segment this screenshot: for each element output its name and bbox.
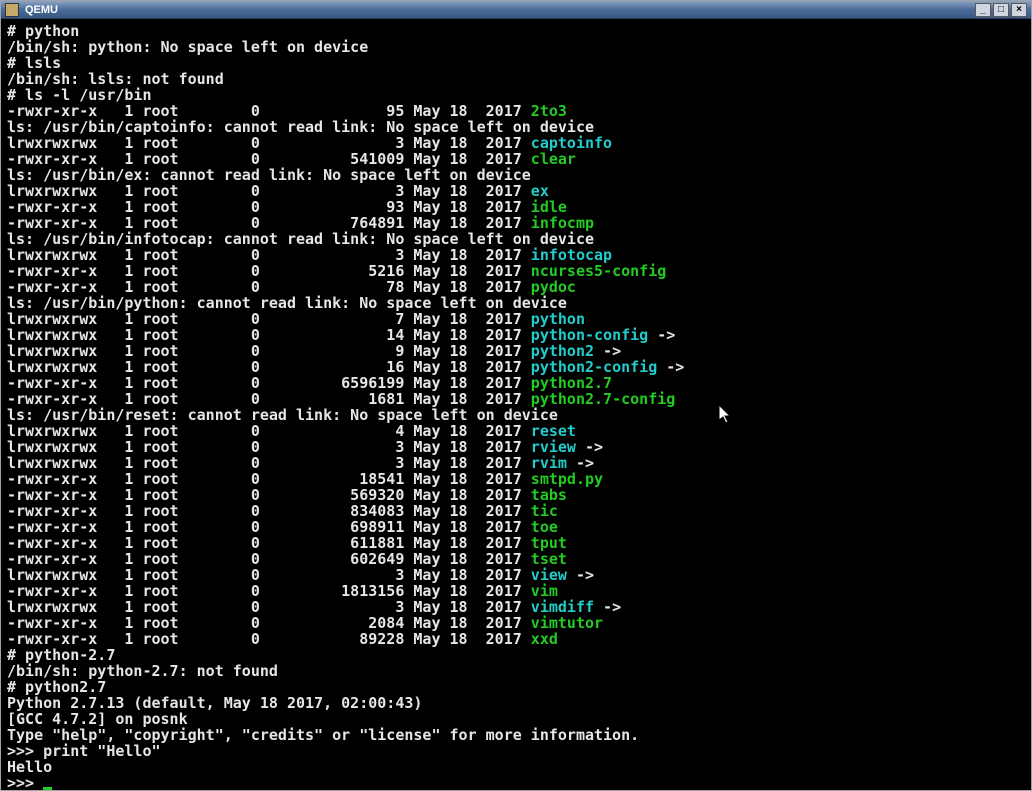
ls-row: -rwxr-xr-x 1 root 0 834083 May 18 2017 t…: [7, 503, 1025, 519]
prompt-line[interactable]: >>>: [7, 775, 1025, 790]
ls-row: -rwxr-xr-x 1 root 0 1681 May 18 2017 pyt…: [7, 391, 1025, 407]
ls-row: lrwxrwxrwx 1 root 0 3 May 18 2017 vimdif…: [7, 599, 1025, 615]
ls-row: lrwxrwxrwx 1 root 0 16 May 18 2017 pytho…: [7, 359, 1025, 375]
ls-row: -rwxr-xr-x 1 root 0 78 May 18 2017 pydoc: [7, 279, 1025, 295]
ls-row: -rwxr-xr-x 1 root 0 1813156 May 18 2017 …: [7, 583, 1025, 599]
ls-row: -rwxr-xr-x 1 root 0 602649 May 18 2017 t…: [7, 551, 1025, 567]
ls-row: -rwxr-xr-x 1 root 0 569320 May 18 2017 t…: [7, 487, 1025, 503]
cursor: [43, 787, 52, 790]
close-button[interactable]: ×: [1011, 3, 1027, 17]
ls-row: -rwxr-xr-x 1 root 0 764891 May 18 2017 i…: [7, 215, 1025, 231]
terminal-line: Type "help", "copyright", "credits" or "…: [7, 727, 1025, 743]
ls-row: lrwxrwxrwx 1 root 0 3 May 18 2017 ex: [7, 183, 1025, 199]
terminal-line: # lsls: [7, 55, 1025, 71]
terminal-line: ls: /usr/bin/infotocap: cannot read link…: [7, 231, 1025, 247]
terminal-line: ls: /usr/bin/python: cannot read link: N…: [7, 295, 1025, 311]
terminal-line: /bin/sh: python: No space left on device: [7, 39, 1025, 55]
ls-row: lrwxrwxrwx 1 root 0 3 May 18 2017 view -…: [7, 567, 1025, 583]
ls-row: lrwxrwxrwx 1 root 0 7 May 18 2017 python: [7, 311, 1025, 327]
terminal-line: Python 2.7.13 (default, May 18 2017, 02:…: [7, 695, 1025, 711]
ls-row: lrwxrwxrwx 1 root 0 4 May 18 2017 reset: [7, 423, 1025, 439]
filename: clear: [531, 150, 576, 168]
ls-row: lrwxrwxrwx 1 root 0 3 May 18 2017 infoto…: [7, 247, 1025, 263]
app-icon: [5, 3, 19, 17]
ls-row: -rwxr-xr-x 1 root 0 89228 May 18 2017 xx…: [7, 631, 1025, 647]
titlebar[interactable]: QEMU _ □ ×: [1, 1, 1031, 19]
terminal-line: Hello: [7, 759, 1025, 775]
ls-row: -rwxr-xr-x 1 root 0 93 May 18 2017 idle: [7, 199, 1025, 215]
terminal-line: # python-2.7: [7, 647, 1025, 663]
ls-row: -rwxr-xr-x 1 root 0 2084 May 18 2017 vim…: [7, 615, 1025, 631]
window-title: QEMU: [25, 4, 973, 16]
maximize-button[interactable]: □: [993, 3, 1009, 17]
terminal-line: # python2.7: [7, 679, 1025, 695]
terminal-line: /bin/sh: lsls: not found: [7, 71, 1025, 87]
terminal-line: >>> print "Hello": [7, 743, 1025, 759]
terminal-line: # ls -l /usr/bin: [7, 87, 1025, 103]
minimize-button[interactable]: _: [975, 3, 991, 17]
terminal-line: # python: [7, 23, 1025, 39]
ls-row: lrwxrwxrwx 1 root 0 3 May 18 2017 rvim -…: [7, 455, 1025, 471]
qemu-window: QEMU _ □ × # python/bin/sh: python: No s…: [0, 0, 1032, 791]
terminal-output[interactable]: # python/bin/sh: python: No space left o…: [1, 19, 1031, 790]
terminal-line: ls: /usr/bin/reset: cannot read link: No…: [7, 407, 1025, 423]
ls-row: -rwxr-xr-x 1 root 0 611881 May 18 2017 t…: [7, 535, 1025, 551]
ls-row: lrwxrwxrwx 1 root 0 3 May 18 2017 captoi…: [7, 135, 1025, 151]
ls-row: -rwxr-xr-x 1 root 0 541009 May 18 2017 c…: [7, 151, 1025, 167]
terminal-line: ls: /usr/bin/captoinfo: cannot read link…: [7, 119, 1025, 135]
terminal-line: ls: /usr/bin/ex: cannot read link: No sp…: [7, 167, 1025, 183]
ls-row: -rwxr-xr-x 1 root 0 5216 May 18 2017 ncu…: [7, 263, 1025, 279]
filename: xxd: [531, 630, 558, 648]
ls-row: -rwxr-xr-x 1 root 0 18541 May 18 2017 sm…: [7, 471, 1025, 487]
ls-row: -rwxr-xr-x 1 root 0 6596199 May 18 2017 …: [7, 375, 1025, 391]
ls-row: lrwxrwxrwx 1 root 0 14 May 18 2017 pytho…: [7, 327, 1025, 343]
ls-row: -rwxr-xr-x 1 root 0 698911 May 18 2017 t…: [7, 519, 1025, 535]
ls-row: -rwxr-xr-x 1 root 0 95 May 18 2017 2to3: [7, 103, 1025, 119]
terminal-line: [GCC 4.7.2] on posnk: [7, 711, 1025, 727]
terminal-line: /bin/sh: python-2.7: not found: [7, 663, 1025, 679]
ls-row: lrwxrwxrwx 1 root 0 9 May 18 2017 python…: [7, 343, 1025, 359]
ls-row: lrwxrwxrwx 1 root 0 3 May 18 2017 rview …: [7, 439, 1025, 455]
